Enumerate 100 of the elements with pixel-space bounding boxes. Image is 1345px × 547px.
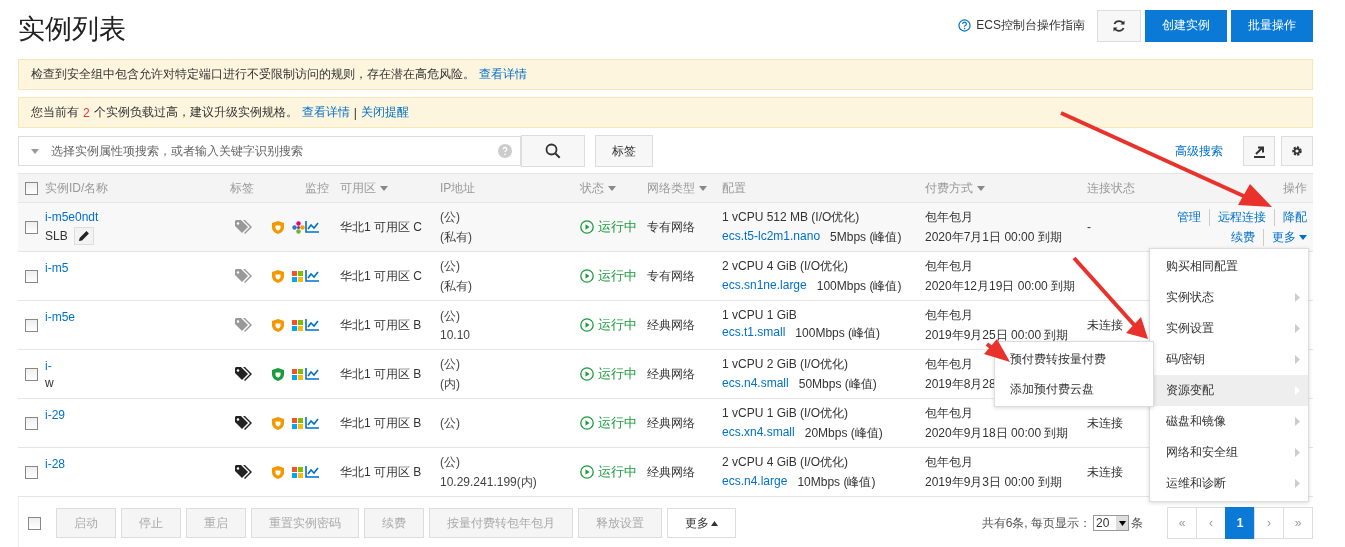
- export-button[interactable]: [1243, 136, 1275, 166]
- alert-count: 2: [83, 105, 90, 120]
- menu-item[interactable]: 购买相同配置: [1150, 251, 1308, 282]
- pager-button[interactable]: ›: [1254, 507, 1284, 539]
- spec-link[interactable]: ecs.n4.small: [722, 375, 789, 393]
- checkbox[interactable]: [25, 367, 38, 381]
- bandwidth-text: 10Mbps (峰值): [797, 473, 876, 491]
- edit-button[interactable]: [73, 226, 94, 245]
- public-ip: (公): [440, 355, 460, 373]
- expiry-text: 2019年9月3日 00:00 到期: [925, 473, 1062, 491]
- checkbox[interactable]: [25, 269, 38, 283]
- action-button[interactable]: 批量操作: [1231, 9, 1313, 42]
- sort-caret-icon[interactable]: [699, 185, 707, 191]
- alert-link[interactable]: 查看详情: [479, 66, 527, 83]
- settings-button[interactable]: [1281, 136, 1313, 166]
- action-link[interactable]: 管理: [1169, 208, 1201, 226]
- chart-icon[interactable]: [305, 417, 319, 429]
- network-type: 经典网络: [647, 365, 695, 383]
- alert-link[interactable]: 关闭提醒: [360, 104, 409, 121]
- spec-link[interactable]: ecs.t5-lc2m1.nano: [722, 228, 821, 246]
- instance-id-link[interactable]: i-: [45, 358, 52, 373]
- zone-text: 华北1 可用区 B: [340, 463, 422, 481]
- checkbox[interactable]: [25, 465, 38, 479]
- private-ip: (私有): [440, 228, 472, 246]
- tag-icon[interactable]: [235, 465, 252, 479]
- instance-id-link[interactable]: i-29: [45, 407, 65, 422]
- checkbox[interactable]: [25, 181, 38, 195]
- chart-icon[interactable]: [305, 368, 319, 380]
- instance-id-link[interactable]: i-28: [45, 456, 65, 471]
- config-text: 2 vCPU 4 GiB (I/O优化): [722, 453, 849, 471]
- alert-text: 个实例负载过高，建议升级实例规格。: [93, 104, 298, 121]
- action-link[interactable]: 更多: [1263, 228, 1307, 246]
- billing-text: 包年包月: [925, 257, 973, 275]
- checkbox[interactable]: [25, 318, 38, 332]
- menu-item[interactable]: 磁盘和镜像: [1150, 406, 1308, 437]
- instance-id-link[interactable]: i-m5: [45, 260, 69, 275]
- billing-text: 包年包月: [925, 355, 973, 373]
- advanced-search-link[interactable]: 高级搜索: [1175, 142, 1223, 160]
- tag-icon[interactable]: [235, 416, 252, 430]
- network-type: 经典网络: [647, 316, 695, 334]
- chart-icon[interactable]: [305, 270, 319, 282]
- action-link[interactable]: 远程连接: [1209, 208, 1266, 226]
- guide-link[interactable]: ECS控制台操作指南: [976, 17, 1085, 34]
- action-button[interactable]: 创建实例: [1145, 9, 1227, 42]
- status-text: 运行中: [598, 463, 637, 481]
- search-input[interactable]: 选择实例属性项搜索，或者输入关键字识别搜索: [49, 143, 488, 159]
- expiry-text: 2019年9月25日 00:00 到期: [925, 326, 1069, 344]
- spec-link[interactable]: ecs.xn4.small: [722, 424, 795, 442]
- menu-item[interactable]: 实例设置: [1150, 313, 1308, 344]
- connection-status: 未连接: [1087, 463, 1123, 481]
- pager-button[interactable]: «: [1167, 507, 1197, 539]
- pager-button[interactable]: ‹: [1196, 507, 1226, 539]
- instance-id-link[interactable]: i-m5e0ndt: [45, 209, 99, 224]
- running-icon: [580, 318, 594, 332]
- spec-link[interactable]: ecs.sn1ne.large: [722, 277, 807, 295]
- batch-button[interactable]: 更多: [667, 508, 736, 538]
- unit-text: 条: [1131, 514, 1143, 532]
- running-icon: [580, 416, 594, 430]
- private-ip: 10.29.241.199(内): [440, 473, 537, 491]
- windows-icon: [292, 270, 303, 282]
- action-link[interactable]: 续费: [1223, 228, 1255, 246]
- menu-item[interactable]: 运维和诊断: [1150, 468, 1308, 499]
- chart-icon[interactable]: [305, 319, 319, 331]
- public-ip: (公): [440, 414, 460, 432]
- column-header: 操作: [1283, 179, 1307, 197]
- checkbox[interactable]: [25, 220, 38, 234]
- action-link[interactable]: 降配: [1274, 208, 1307, 226]
- page-size-select[interactable]: 20: [1093, 515, 1129, 531]
- sort-caret-icon[interactable]: [380, 185, 388, 191]
- connection-status: -: [1087, 220, 1091, 234]
- column-header: 实例ID/名称: [45, 179, 109, 197]
- bandwidth-text: 100Mbps (峰值): [795, 325, 881, 342]
- table-row[interactable]: i-m5e0ndt SLB 华北1 可用区 C (公) (私有) 运行中 专有网络 1 vCPU 512 MB (I/O优化) ecs.t5-lc2m1.nano 5Mbps (峰值) 包年包月 2020年7月1日 00:00 到期 - 管理 远程连接 降配 续费 更多: [18, 203, 1313, 252]
- sort-caret-icon[interactable]: [608, 185, 616, 191]
- instance-id-link[interactable]: i-m5e: [45, 309, 75, 324]
- expiry-text: 2020年9月18日 00:00 到期: [925, 424, 1069, 442]
- status-text: 运行中: [598, 316, 637, 334]
- instance-name: w: [45, 375, 54, 390]
- running-icon: [580, 220, 594, 234]
- search-icon: [545, 143, 561, 159]
- sort-caret-icon[interactable]: [977, 185, 985, 191]
- tag-button[interactable]: 标签: [595, 135, 653, 167]
- chart-icon[interactable]: [305, 221, 319, 233]
- spec-link[interactable]: ecs.t1.small: [722, 325, 786, 342]
- column-header: 标签: [230, 179, 254, 197]
- pager-button[interactable]: 1: [1225, 507, 1255, 539]
- tag-icon[interactable]: [235, 367, 252, 381]
- refresh-button[interactable]: [1097, 9, 1141, 42]
- chart-icon[interactable]: [305, 466, 319, 478]
- windows-icon: [292, 319, 303, 331]
- search-field[interactable]: 选择实例属性项搜索，或者输入关键字识别搜索: [18, 136, 521, 166]
- windows-icon: [292, 417, 303, 429]
- pager-button[interactable]: »: [1283, 507, 1313, 539]
- alert-link[interactable]: 查看详情: [301, 104, 350, 121]
- pencil-icon: [77, 229, 90, 242]
- checkbox[interactable]: [28, 516, 41, 530]
- zone-text: 华北1 可用区 C: [340, 267, 422, 285]
- search-button[interactable]: [521, 135, 585, 167]
- checkbox[interactable]: [25, 416, 38, 430]
- spec-link[interactable]: ecs.n4.large: [722, 473, 788, 491]
